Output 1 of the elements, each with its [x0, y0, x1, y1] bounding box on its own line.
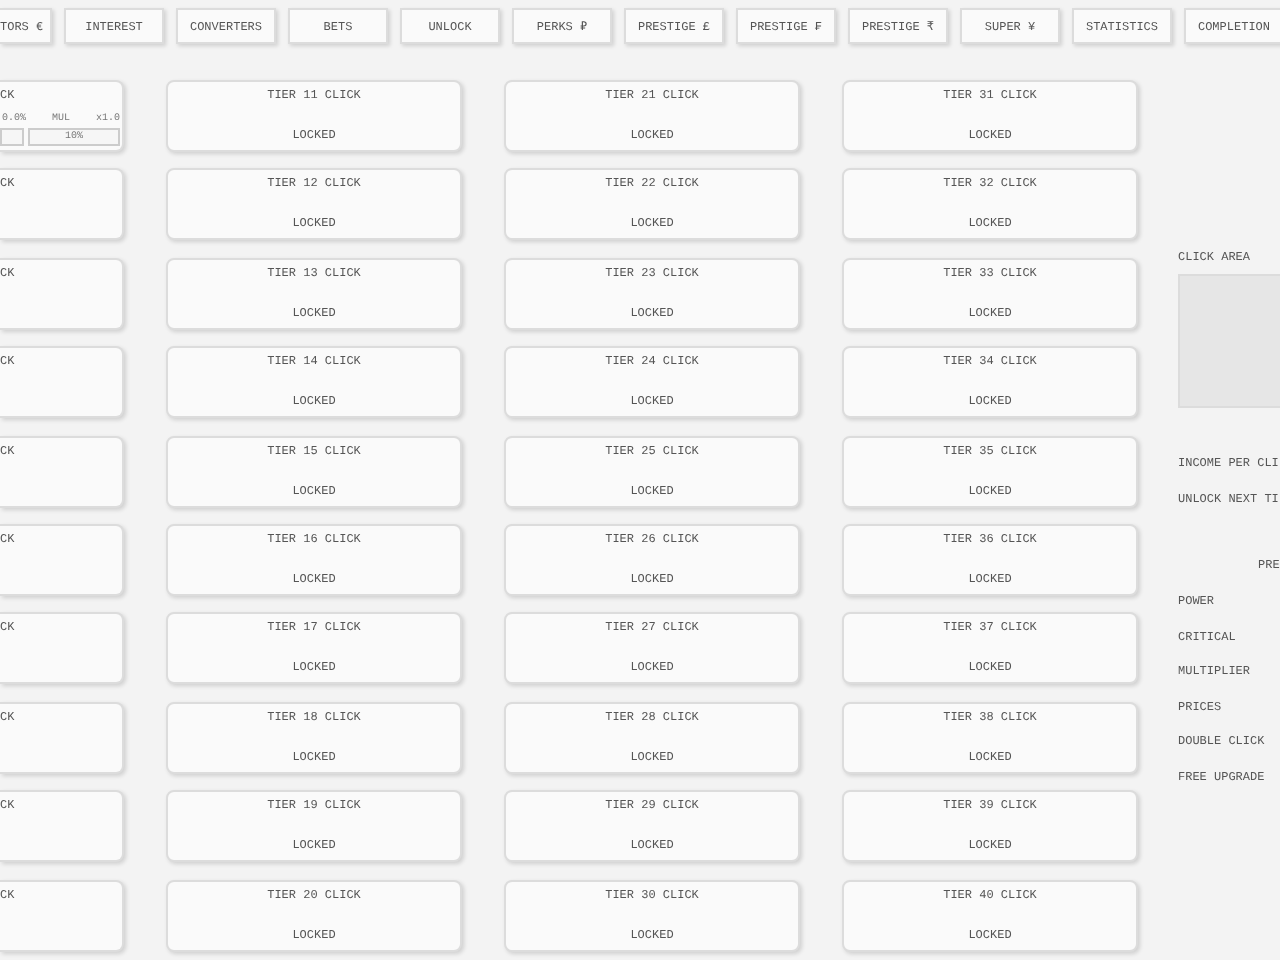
- buy-button[interactable]: [0, 128, 24, 146]
